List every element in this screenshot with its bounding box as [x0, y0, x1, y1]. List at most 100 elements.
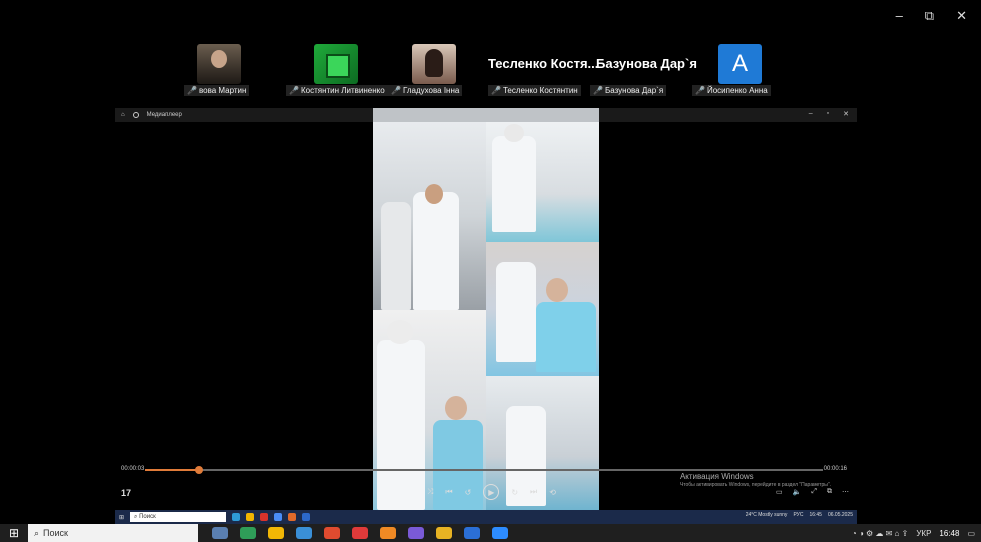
- system-tray: ◔ ◑ ⚙ ☁ ✉ ⌂ ⇪ УКР 16:48 ▭: [852, 524, 975, 542]
- mic-muted-icon: 🎤: [187, 86, 197, 95]
- participant-name: 🎤 Базунова Дар`я: [590, 85, 667, 96]
- tray-icons[interactable]: ◔ ◑ ⚙ ☁ ✉ ⌂ ⇪: [852, 529, 908, 538]
- player-minimize-button[interactable]: –: [809, 110, 813, 118]
- media-player-window: ⌂ Медиаплеер – ▫ ✕ 00:00:03 00:00:16 Акт…: [115, 108, 857, 510]
- elapsed-time: 00:00:03: [121, 466, 145, 472]
- clock[interactable]: 16:48: [939, 529, 959, 538]
- inner-system-tray: 24°C Mostly sunny РУС 16:45 06.05.2025: [746, 512, 853, 518]
- participant-strip: 🎤 вова Мартин 🎤 Костянтин Литвиненко 🎤 Глад…: [184, 44, 784, 96]
- more-icon[interactable]: ⋯: [842, 488, 849, 496]
- participant-tile[interactable]: 🎤 вова Мартин: [184, 44, 254, 96]
- person-figure: [492, 136, 536, 232]
- folder-icon[interactable]: [268, 527, 284, 539]
- app-icon[interactable]: [232, 513, 241, 521]
- app-icon[interactable]: [288, 513, 297, 521]
- participant-name: 🎤 Костянтин Литвиненко: [286, 85, 388, 96]
- seek-bar[interactable]: [145, 466, 823, 474]
- mic-muted-icon: 🎤: [491, 86, 501, 95]
- app-icon[interactable]: [324, 527, 340, 539]
- app-icon[interactable]: [352, 527, 368, 539]
- app-icon[interactable]: [380, 527, 396, 539]
- player-restore-button[interactable]: ▫: [827, 110, 829, 118]
- app-icon[interactable]: [274, 513, 283, 521]
- participant-avatar: A: [718, 44, 762, 84]
- app-icon[interactable]: [246, 513, 255, 521]
- activation-title: Активация Windows: [679, 472, 754, 481]
- app-icon[interactable]: [212, 527, 228, 539]
- volume-icon[interactable]: 🔈: [793, 488, 802, 496]
- seek-bar-thumb[interactable]: [195, 466, 204, 474]
- next-icon[interactable]: ⏭: [530, 487, 537, 497]
- app-icon[interactable]: [240, 527, 256, 539]
- notifications-icon[interactable]: ▭: [967, 529, 975, 538]
- repeat-icon[interactable]: ⟲: [549, 488, 556, 497]
- participant-name: 🎤 вова Мартин: [184, 85, 250, 96]
- person-figure: [381, 202, 411, 310]
- shuffle-icon[interactable]: ⤨: [427, 487, 433, 497]
- video-collage-tile: [486, 242, 599, 376]
- person-cap: [504, 124, 524, 142]
- play-button[interactable]: ▶: [483, 484, 500, 500]
- participant-video: [412, 44, 456, 84]
- cast-icon[interactable]: ▭: [776, 488, 783, 496]
- patient-figure: [536, 302, 596, 372]
- video-collage-tile: [373, 122, 486, 310]
- shared-screen-taskbar: ⊞ ⌕ Поиск 24°C Mostly sunny РУС 16:45 06…: [115, 510, 857, 524]
- player-extra-controls: ▭ 🔈 ⤢ ⧉ ⋯: [776, 488, 849, 496]
- language-indicator[interactable]: РУС: [793, 512, 803, 518]
- video-collage-tile: [486, 122, 599, 242]
- minimize-button[interactable]: –: [896, 8, 903, 24]
- participant-name: 🎤 Йосипенко Анна: [692, 85, 771, 96]
- close-button[interactable]: ✕: [956, 8, 967, 24]
- mic-muted-icon: 🎤: [695, 86, 705, 95]
- app-icon: [132, 112, 139, 118]
- fullscreen-icon[interactable]: ⤢: [811, 488, 817, 496]
- window-controls: – ⧉ ✕: [896, 8, 967, 24]
- frame-counter: 17: [121, 488, 132, 498]
- person-head: [425, 184, 443, 204]
- video-collage-tile: [373, 310, 486, 510]
- chrome-icon[interactable]: [436, 527, 452, 539]
- participant-tile[interactable]: 🎤 Гладухова Інна: [388, 44, 463, 96]
- person-head: [445, 396, 467, 420]
- forward-icon[interactable]: ↻: [511, 488, 518, 497]
- language-indicator[interactable]: УКР: [916, 529, 931, 538]
- app-icon[interactable]: [408, 527, 424, 539]
- start-button[interactable]: ⊞: [0, 524, 28, 542]
- playback-controls: 17 ⤨ ⏮ ↺ ▶ ↻ ⏭ ⟲ ▭ 🔈 ⤢ ⧉ ⋯: [115, 484, 857, 504]
- weather-widget[interactable]: 24°C Mostly sunny: [746, 512, 788, 518]
- search-icon: ⌕: [34, 527, 40, 538]
- rewind-icon[interactable]: ↺: [465, 488, 472, 497]
- participant-tile[interactable]: 🎤 Костянтин Литвиненко: [286, 44, 388, 96]
- inner-search-box[interactable]: ⌕ Поиск: [130, 512, 227, 522]
- taskbar-search[interactable]: ⌕ Поиск: [28, 524, 198, 542]
- app-icon[interactable]: [260, 513, 269, 521]
- mic-muted-icon: 🎤: [289, 86, 299, 95]
- restore-button[interactable]: ⧉: [925, 8, 934, 24]
- mic-muted-icon: 🎤: [391, 86, 401, 95]
- home-icon[interactable]: ⌂: [121, 112, 125, 118]
- inner-clock-time: 16:45: [809, 512, 822, 518]
- player-close-button[interactable]: ✕: [843, 110, 849, 118]
- participant-video: [314, 44, 358, 84]
- participant-tile[interactable]: A 🎤 Йосипенко Анна: [692, 44, 772, 96]
- participant-name-large: Базунова Дар`я: [596, 56, 697, 71]
- player-title: Медиаплеер: [146, 112, 182, 118]
- inner-start-icon[interactable]: ⊞: [119, 514, 124, 521]
- windows-taskbar: ⊞ ⌕ Поиск ◔ ◑ ⚙ ☁ ✉ ⌂ ⇪ УКР 16:48 ▭: [0, 524, 981, 542]
- previous-icon[interactable]: ⏮: [445, 487, 452, 497]
- app-icon[interactable]: [464, 527, 480, 539]
- app-icon[interactable]: [302, 513, 311, 521]
- video-frame[interactable]: [373, 108, 599, 510]
- zoom-icon[interactable]: [492, 527, 508, 539]
- transport-controls: ⤨ ⏮ ↺ ▶ ↻ ⏭ ⟲: [427, 484, 556, 500]
- miniplayer-icon[interactable]: ⧉: [827, 488, 832, 496]
- participant-name-large: Тесленко Костя...: [488, 56, 599, 71]
- player-window-controls: – ▫ ✕: [809, 110, 849, 118]
- mic-muted-icon: 🎤: [593, 86, 603, 95]
- app-icon[interactable]: [296, 527, 312, 539]
- person-cap: [387, 320, 413, 344]
- person-head: [546, 278, 568, 302]
- participant-tile[interactable]: Базунова Дар`я 🎤 Базунова Дар`я: [590, 44, 697, 96]
- participant-tile[interactable]: Тесленко Костя... 🎤 Тесленко Костянтин: [488, 44, 598, 96]
